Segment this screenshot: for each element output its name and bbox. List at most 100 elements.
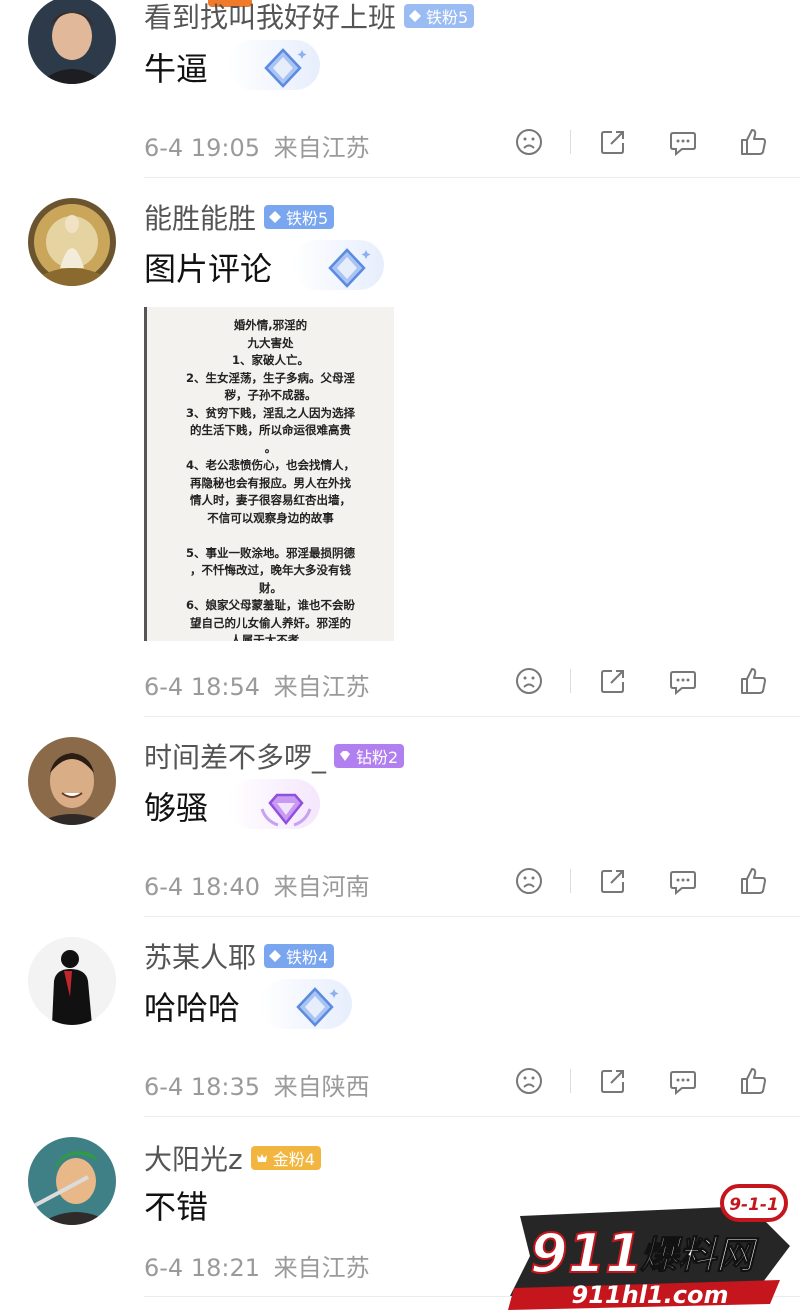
- image-text-line: ，不忏悔改过，晚年大多没有钱: [190, 563, 351, 577]
- like-button[interactable]: [736, 125, 770, 159]
- frown-icon: [516, 668, 542, 694]
- watermark-url: 911hl1.com: [572, 1281, 729, 1309]
- comment-image[interactable]: 婚外情,邪淫的 九大害处 1、家破人亡。 2、生女淫荡，生子多病。父母淫 秽，子孙不成器…: [144, 307, 394, 641]
- comment-icon: [670, 132, 696, 157]
- comment-text: 够骚: [144, 789, 209, 827]
- dislike-button[interactable]: [512, 125, 546, 159]
- image-text-line: 5、事业一败涂地。邪淫最损阴德: [186, 545, 355, 560]
- avatar-image: [28, 937, 116, 1025]
- username[interactable]: 时间差不多啰_: [144, 736, 326, 776]
- badge-label: 钻粉2: [356, 748, 399, 767]
- watermark-title: 爆料网: [640, 1233, 759, 1277]
- share-button[interactable]: [596, 864, 630, 898]
- share-icon: [601, 870, 624, 893]
- avatar-image: [28, 198, 116, 286]
- diamond-icon: [409, 10, 422, 22]
- fan-badge[interactable]: 金粉4: [250, 1146, 321, 1170]
- comment-date: 6-4 19:05: [144, 134, 260, 162]
- badge-label: 金粉4: [272, 1150, 315, 1169]
- dislike-button[interactable]: [512, 864, 546, 898]
- comment-actions: [510, 1061, 774, 1101]
- avatar[interactable]: [28, 198, 116, 286]
- reply-button[interactable]: [666, 125, 700, 159]
- comment-meta: 6-4 19:05 来自江苏: [144, 128, 370, 163]
- fan-badge[interactable]: 铁粉4: [264, 944, 335, 968]
- reply-button[interactable]: [666, 1064, 700, 1098]
- avatar[interactable]: [28, 737, 116, 825]
- divider: [144, 177, 800, 178]
- divider: [144, 1116, 800, 1117]
- diamond-sticker-icon: [264, 48, 307, 88]
- fan-sticker: [228, 775, 328, 837]
- divider: [144, 716, 800, 717]
- frown-icon: [516, 129, 542, 155]
- image-text-line: 的生活下贱，所以命运很难高贵: [190, 423, 351, 437]
- reply-button[interactable]: [666, 864, 700, 898]
- share-button[interactable]: [596, 664, 630, 698]
- thumbs-up-icon: [741, 129, 766, 155]
- reply-button[interactable]: [666, 664, 700, 698]
- comment-meta: 6-4 18:35 来自陕西: [144, 1067, 370, 1102]
- share-icon: [601, 1070, 624, 1093]
- comment-location: 来自河南: [273, 873, 370, 901]
- comment-date: 6-4 18:54: [144, 673, 260, 701]
- username[interactable]: 大阳光z: [144, 1138, 243, 1178]
- comment-body: 牛逼: [144, 36, 328, 98]
- watermark-logo: 9-1-1 911 爆料网 911hl1.com: [508, 1184, 790, 1310]
- watermark-number: 911: [530, 1222, 643, 1285]
- fan-badge[interactable]: 钻粉2: [334, 744, 405, 768]
- diamond-icon: [269, 211, 282, 223]
- comment-body: 哈哈哈: [144, 975, 360, 1037]
- image-text-line: 不信可以观察身边的故事: [207, 510, 334, 525]
- like-button[interactable]: [736, 664, 770, 698]
- fan-badge[interactable]: 铁粉5: [264, 205, 335, 229]
- username[interactable]: 苏某人耶: [144, 936, 256, 976]
- comment-actions: [510, 861, 774, 901]
- thumbs-up-icon: [741, 1068, 766, 1094]
- avatar[interactable]: [28, 1137, 116, 1225]
- comment-body: 够骚: [144, 775, 328, 837]
- thumbs-up-icon: [741, 868, 766, 894]
- comment-meta: 6-4 18:54 来自江苏: [144, 667, 370, 702]
- dislike-button[interactable]: [512, 664, 546, 698]
- avatar[interactable]: [28, 937, 116, 1025]
- fan-sticker: [292, 236, 392, 298]
- image-text-line: 财。: [259, 580, 282, 595]
- badge-label: 铁粉4: [286, 948, 329, 967]
- diamond-icon: [340, 751, 351, 761]
- fan-badge[interactable]: 铁粉5: [404, 4, 475, 28]
- dislike-button[interactable]: [512, 1064, 546, 1098]
- image-text-line: 九大害处: [247, 335, 294, 350]
- comment-date: 6-4 18:40: [144, 873, 260, 901]
- diamond-sticker-icon: [328, 248, 371, 288]
- comment-actions: [510, 661, 774, 701]
- avatar-image: [28, 1137, 116, 1225]
- comment-icon: [670, 871, 696, 896]
- diamond-sticker-icon: [296, 987, 339, 1027]
- like-button[interactable]: [736, 1064, 770, 1098]
- comment-actions: [510, 122, 774, 162]
- share-icon: [601, 670, 624, 693]
- image-text-line: 婚外情,邪淫的: [233, 318, 308, 332]
- comment-body: 图片评论: [144, 236, 392, 298]
- share-button[interactable]: [596, 125, 630, 159]
- share-icon: [601, 131, 624, 154]
- comment-meta: 6-4 18:21 来自江苏: [144, 1248, 370, 1283]
- image-text-line: 1、家破人亡。: [231, 353, 309, 367]
- image-text-line: 秽，子孙不成器。: [224, 388, 317, 402]
- comment-text: 图片评论: [144, 250, 273, 288]
- like-button[interactable]: [736, 864, 770, 898]
- crown-icon: [256, 1154, 267, 1162]
- frown-icon: [516, 1068, 542, 1094]
- username-row: 能胜能胜 铁粉5: [144, 197, 335, 237]
- share-button[interactable]: [596, 1064, 630, 1098]
- image-text-line: 4、老公悲愤伤心，也会找情人，: [186, 458, 355, 472]
- username-row: 苏某人耶 铁粉4: [144, 936, 335, 976]
- image-text-line: 望自己的儿女偷人养奸。邪淫的: [190, 615, 351, 630]
- avatar[interactable]: [28, 0, 116, 84]
- username[interactable]: 能胜能胜: [144, 197, 256, 237]
- username[interactable]: 看到找叫我好好上班: [144, 0, 396, 36]
- comment-location: 来自陕西: [273, 1073, 370, 1101]
- purple-diamond-sticker-icon: [260, 793, 312, 827]
- username-row: 看到找叫我好好上班 铁粉5: [144, 0, 475, 36]
